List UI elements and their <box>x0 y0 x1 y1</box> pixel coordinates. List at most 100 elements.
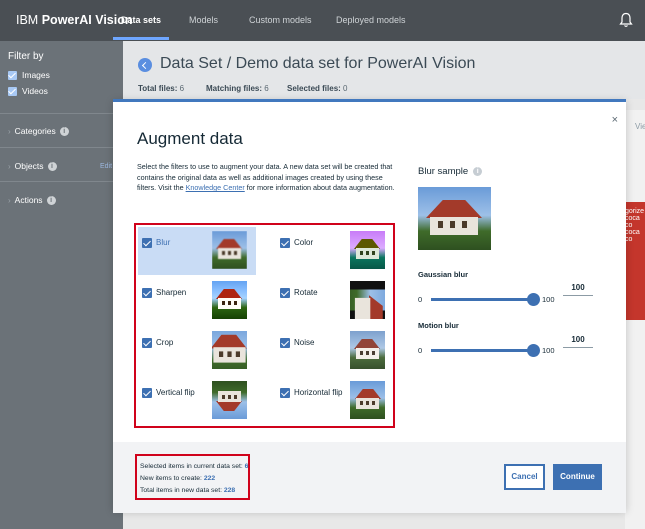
filter-videos[interactable]: Videos <box>8 86 48 96</box>
chevron-right-icon: › <box>8 161 11 171</box>
sharpen-thumbnail-image <box>212 281 247 319</box>
sidebar-section-objects[interactable]: › Objects i <box>8 161 57 171</box>
checkbox-checked-icon[interactable] <box>280 388 290 398</box>
info-icon[interactable]: i <box>59 126 69 136</box>
brand-logo[interactable]: IBM PowerAI Vision <box>16 13 132 27</box>
summary-value: 228 <box>223 487 236 494</box>
filter-by-heading: Filter by <box>8 51 44 62</box>
augment-data-modal: × Augment data Select the filters to use… <box>113 99 626 513</box>
slider-min: 0 <box>418 346 423 355</box>
sidebar-section-actions[interactable]: › Actions i <box>8 195 56 205</box>
stat-label: Matching files: <box>206 84 263 93</box>
continue-button[interactable]: Continue <box>553 464 602 490</box>
filter-option-horizontal-flip[interactable]: Horizontal flip <box>276 377 394 425</box>
slider-handle[interactable] <box>527 344 540 357</box>
motion-blur-slider[interactable] <box>431 349 533 352</box>
info-icon[interactable]: i <box>47 161 57 171</box>
filter-option-label: Sharpen <box>156 288 187 297</box>
summary-label: Selected items in current data set: <box>140 463 243 470</box>
modal-title: Augment data <box>137 129 243 148</box>
filter-option-blur[interactable]: Blur <box>138 227 256 275</box>
motion-blur-label: Motion blur <box>418 321 459 330</box>
description-text: for more information about data augmenta… <box>244 183 395 193</box>
checkbox-checked-icon[interactable] <box>8 86 17 96</box>
chevron-right-icon: › <box>8 126 11 136</box>
page-title: Data Set / Demo data set for PowerAI Vis… <box>160 55 476 72</box>
checkbox-checked-icon[interactable] <box>142 238 152 248</box>
summary-label: New items to create: <box>140 475 202 482</box>
filter-option-label: Crop <box>156 338 174 347</box>
edit-link[interactable]: Edit <box>100 163 112 170</box>
background-image-card: gorize coca co coca co <box>623 202 645 320</box>
filter-option-sharpen[interactable]: Sharpen <box>138 277 256 325</box>
blur-sample-image <box>418 187 491 250</box>
close-icon[interactable]: × <box>612 114 618 126</box>
info-icon[interactable]: i <box>46 195 56 205</box>
checkbox-checked-icon[interactable] <box>142 288 152 298</box>
section-label: Objects <box>14 161 44 171</box>
stat-label: Selected files: <box>287 84 341 93</box>
page-header: Data Set / Demo data set for PowerAI Vis… <box>123 41 645 99</box>
augmentation-filter-grid: Blur Color Sharpen Rotate Crop Noise Ver… <box>134 223 395 428</box>
knowledge-center-link[interactable]: Knowledge Center <box>186 183 245 192</box>
filter-images-label: Images <box>22 70 50 80</box>
filter-sidebar: Filter by Images Videos › Categories i ›… <box>0 41 123 529</box>
checkbox-checked-icon[interactable] <box>142 338 152 348</box>
checkbox-checked-icon[interactable] <box>8 70 17 80</box>
filter-option-label: Blur <box>156 238 171 247</box>
brand-name: PowerAI Vision <box>41 13 133 27</box>
filter-option-label: Horizontal flip <box>294 388 343 397</box>
checkbox-checked-icon[interactable] <box>280 238 290 248</box>
modal-footer: Selected items in current data set: 6 Ne… <box>113 442 626 513</box>
checkbox-checked-icon[interactable] <box>142 388 152 398</box>
filter-option-vertical-flip[interactable]: Vertical flip <box>138 377 256 425</box>
stat-value: 6 <box>264 84 269 93</box>
augmentation-summary: Selected items in current data set: 6 Ne… <box>135 454 250 500</box>
tab-deployed-models[interactable]: Deployed models <box>336 15 406 25</box>
top-nav: IBM PowerAI Vision Data sets Models Cust… <box>0 0 645 41</box>
background-view-text: Vie <box>635 122 645 131</box>
divider <box>0 113 123 114</box>
divider <box>0 181 123 182</box>
filter-option-color[interactable]: Color <box>276 227 394 275</box>
filter-option-label: Noise <box>294 338 315 347</box>
motion-blur-value-input[interactable]: 100 <box>563 335 593 348</box>
stat-label: Total files: <box>138 84 178 93</box>
slider-min: 0 <box>418 295 423 304</box>
sidebar-section-categories[interactable]: › Categories i <box>8 126 69 136</box>
filter-videos-label: Videos <box>22 86 48 96</box>
slider-handle[interactable] <box>527 293 540 306</box>
gaussian-blur-value-input[interactable]: 100 <box>563 283 593 296</box>
checkbox-checked-icon[interactable] <box>280 338 290 348</box>
summary-new-items: New items to create: 222 <box>140 473 245 485</box>
stat-value: 6 <box>179 84 185 93</box>
blur-sample-heading: Blur sample i <box>418 166 483 177</box>
cancel-button[interactable]: Cancel <box>504 464 545 490</box>
checkbox-checked-icon[interactable] <box>280 288 290 298</box>
back-arrow-icon[interactable] <box>138 58 152 72</box>
gaussian-blur-slider[interactable] <box>431 298 533 301</box>
info-icon[interactable]: i <box>473 167 483 176</box>
slider-max: 100 <box>542 295 555 304</box>
filter-option-label: Vertical flip <box>156 388 195 397</box>
filter-option-noise[interactable]: Noise <box>276 327 394 375</box>
divider <box>0 147 123 148</box>
selected-files-stat: Selected files: 0 <box>287 84 348 93</box>
section-label: Actions <box>14 195 43 205</box>
tab-models[interactable]: Models <box>189 15 218 25</box>
tab-data-sets[interactable]: Data sets <box>112 15 170 40</box>
brand-prefix: IBM <box>16 13 39 27</box>
tab-custom-models[interactable]: Custom models <box>249 15 312 25</box>
modal-description: Select the filters to use to augment you… <box>137 162 402 194</box>
filter-option-crop[interactable]: Crop <box>138 327 256 375</box>
bell-icon[interactable] <box>619 12 633 28</box>
rotate-thumbnail-image <box>350 281 385 319</box>
filter-option-label: Color <box>294 238 314 247</box>
filter-images[interactable]: Images <box>8 70 50 80</box>
sample-title-text: Blur sample <box>418 166 469 177</box>
background-card-text: gorize coca co coca co <box>625 208 645 243</box>
vertical-flip-thumbnail-image <box>212 381 247 419</box>
summary-label: Total items in new data set: <box>140 487 222 494</box>
summary-value: 222 <box>203 475 216 482</box>
filter-option-rotate[interactable]: Rotate <box>276 277 394 325</box>
